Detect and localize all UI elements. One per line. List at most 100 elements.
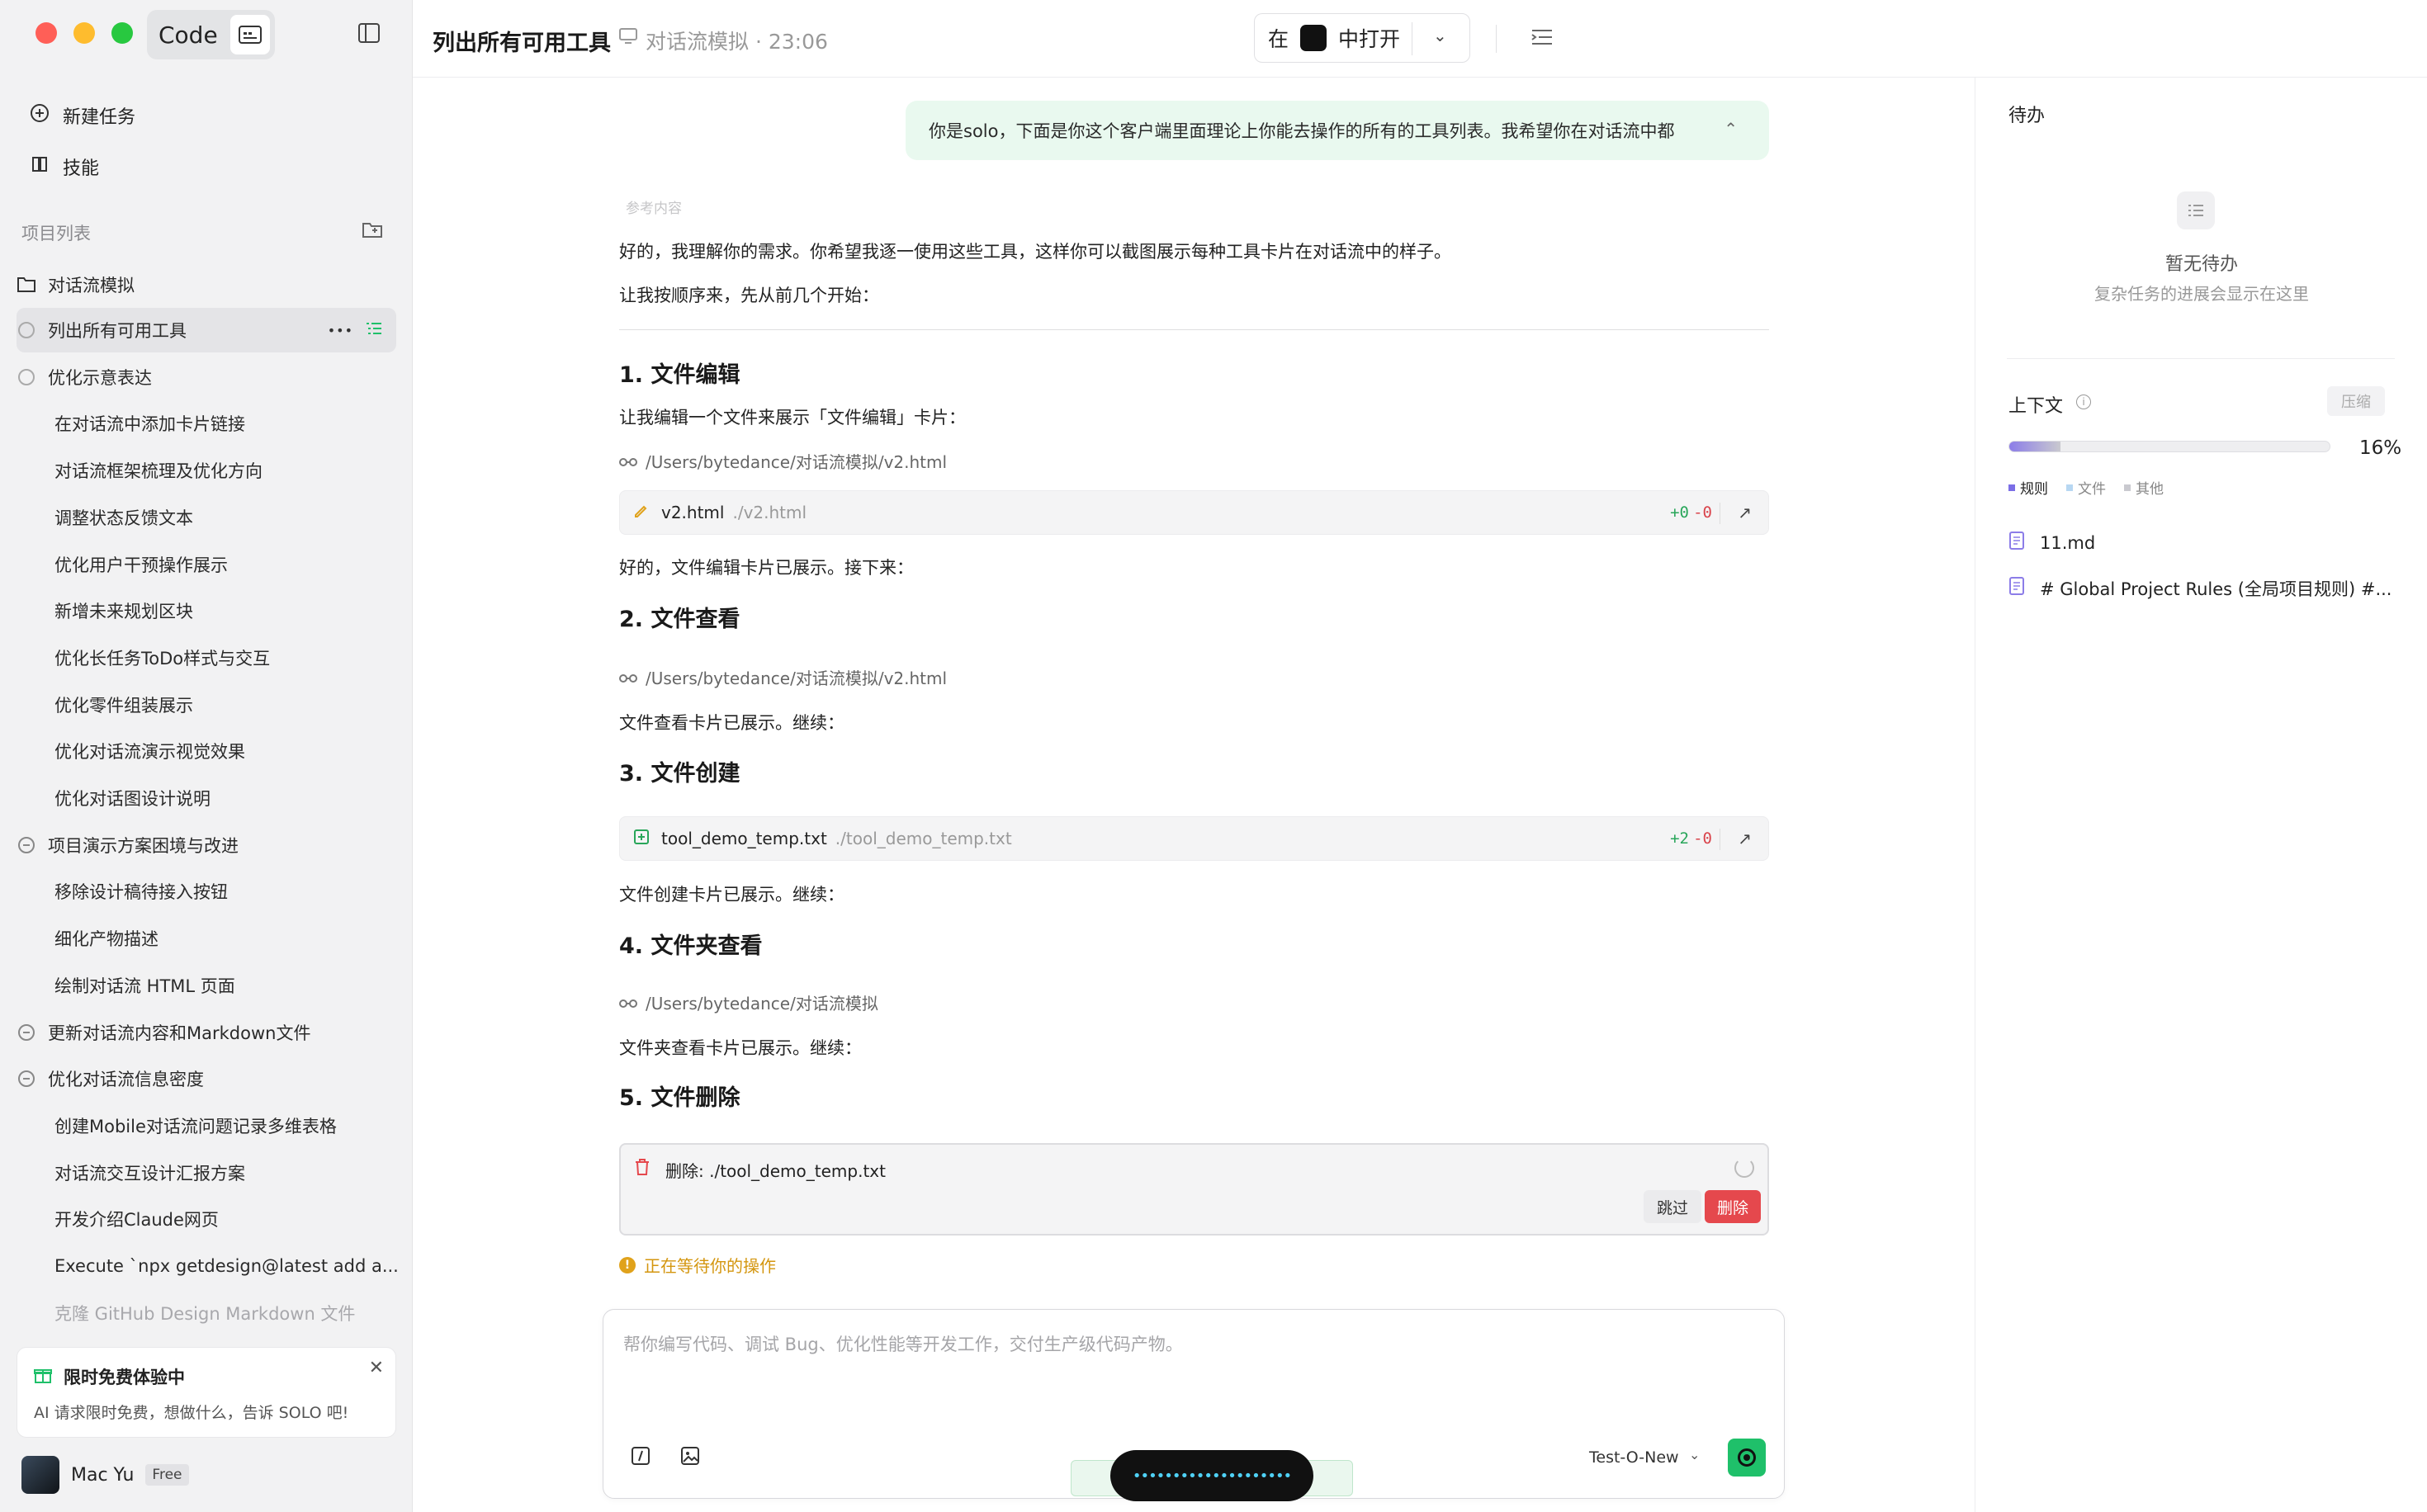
sidebar-task-item[interactable]: 项目演示方案困境与改进 [17, 823, 396, 867]
sidebar-task-item[interactable]: 更新对话流内容和Markdown文件 [17, 1010, 396, 1055]
open-external-icon[interactable]: ↗ [1738, 829, 1752, 848]
task-label: 调整状态反馈文本 [54, 508, 193, 528]
open-in-suffix: 中打开 [1338, 27, 1401, 51]
section-after-1: 好的，文件编辑卡片已展示。接下来： [619, 558, 914, 578]
info-icon[interactable]: i [2076, 395, 2091, 409]
minimize-window-button[interactable] [73, 22, 95, 44]
sidebar-task-item[interactable]: 调整状态反馈文本 [17, 495, 396, 540]
image-icon[interactable] [681, 1447, 699, 1470]
sidebar-task-item[interactable]: 优化对话流演示视觉效果 [17, 729, 396, 773]
file-add-icon [633, 829, 650, 849]
view-path-1[interactable]: /Users/bytedance/对话流模拟/v2.html [619, 449, 947, 473]
sidebar-task-item[interactable]: 移除设计稿待接入按钮 [17, 869, 396, 914]
user-name: Mac Yu [71, 1464, 135, 1486]
path-text: /Users/bytedance/对话流模拟/v2.html [646, 452, 948, 472]
close-promo-icon[interactable]: ✕ [369, 1358, 384, 1378]
sidebar: Code 新建任务 技能 项目列表 对话流模拟 列出所有可用工具 ••• 优化示意表… [0, 0, 413, 1512]
expand-icon[interactable]: ⌃ [1724, 119, 1738, 139]
lines-removed: -0 [1693, 503, 1712, 522]
open-external-icon[interactable]: ↗ [1738, 503, 1752, 522]
monitor-icon [619, 28, 637, 50]
context-file-1[interactable]: 11.md [2008, 532, 2095, 555]
model-selector[interactable]: Test-O-New [1589, 1448, 1679, 1467]
task-label: 项目演示方案困境与改进 [48, 836, 239, 856]
sidebar-task-item[interactable]: 优化零件组装展示 [17, 683, 396, 727]
collapse-icon [18, 1070, 35, 1087]
document-icon [2008, 577, 2025, 600]
gift-icon [34, 1366, 52, 1389]
user-message[interactable]: 你是solo，下面是你这个客户端里面理论上你能去操作的所有的工具列表。我希望你在… [906, 101, 1769, 160]
task-list-icon[interactable] [365, 321, 383, 342]
todo-title: 待办 [2008, 106, 2046, 126]
waiting-status: ! 正在等待你的操作 [619, 1253, 776, 1277]
sidebar-task-item[interactable]: 细化产物描述 [17, 916, 396, 961]
context-legend: 规则 文件 其他 [2008, 477, 2164, 498]
sidebar-task-item[interactable]: 绘制对话流 HTML 页面 [17, 963, 396, 1008]
chevron-down-icon[interactable]: ⌄ [1433, 26, 1447, 45]
panel-toggle-icon[interactable] [1530, 28, 1554, 51]
loading-spinner-icon [18, 322, 35, 338]
sidebar-task-item[interactable]: 新增未来规划区块 [17, 588, 396, 633]
new-task-button[interactable]: 新建任务 [30, 102, 135, 129]
stop-icon [1738, 1448, 1756, 1467]
sidebar-toggle-icon[interactable] [358, 23, 380, 48]
task-label: 开发介绍Claude网页 [54, 1210, 219, 1230]
file-create-card[interactable]: tool_demo_temp.txt ./tool_demo_temp.txt … [619, 816, 1769, 861]
reference-label[interactable]: 参考内容 [626, 196, 682, 217]
task-label: 列出所有可用工具 [48, 321, 187, 341]
sidebar-task-item[interactable]: 克隆 GitHub Design Markdown 文件 [17, 1291, 396, 1335]
maximize-window-button[interactable] [111, 22, 133, 44]
task-label: 在对话流中添加卡片链接 [54, 414, 245, 434]
user-profile[interactable]: Mac Yu Free [21, 1456, 189, 1494]
section-after-2: 文件查看卡片已展示。继续： [619, 713, 844, 733]
sidebar-task-item[interactable]: 优化示意表达 [17, 355, 396, 399]
sidebar-task-item[interactable]: 在对话流中添加卡片链接 [17, 401, 396, 446]
sidebar-task-item[interactable]: Execute `npx getdesign@latest add a... [17, 1244, 399, 1288]
projects-label: 项目列表 [21, 224, 91, 243]
app-switcher[interactable]: Code [147, 10, 275, 59]
skip-button[interactable]: 跳过 [1644, 1190, 1701, 1223]
terminal-icon[interactable] [230, 15, 270, 54]
sidebar-task-item[interactable]: 优化长任务ToDo样式与交互 [17, 636, 396, 680]
intro-text-1: 好的，我理解你的需求。你希望我逐一使用这些工具，这样你可以截图展示每种工具卡片在… [619, 242, 1451, 262]
file-edit-card[interactable]: v2.html ./v2.html +0 -0 ↗ [619, 490, 1769, 535]
document-icon [2008, 532, 2025, 555]
slash-command-icon[interactable] [632, 1447, 650, 1470]
skills-button[interactable]: 技能 [30, 154, 99, 180]
lines-removed: -0 [1693, 829, 1712, 848]
task-label: Execute `npx getdesign@latest add a... [54, 1256, 399, 1276]
warning-icon: ! [619, 1256, 636, 1273]
file-name: v2.html [661, 503, 725, 522]
waiting-text: 正在等待你的操作 [644, 1256, 776, 1276]
add-folder-icon[interactable] [362, 220, 383, 244]
view-path-2[interactable]: /Users/bytedance/对话流模拟/v2.html [619, 665, 947, 689]
close-window-button[interactable] [35, 22, 57, 44]
file-name: tool_demo_temp.txt [661, 829, 827, 848]
stop-button[interactable] [1728, 1439, 1766, 1477]
delete-button[interactable]: 删除 [1705, 1190, 1761, 1223]
view-path-4[interactable]: /Users/bytedance/对话流模拟 [619, 990, 878, 1014]
sidebar-task-item[interactable]: 对话流框架梳理及优化方向 [17, 448, 396, 493]
more-options-icon[interactable]: ••• [328, 323, 353, 338]
path-text: /Users/bytedance/对话流模拟 [646, 994, 878, 1014]
message-input[interactable]: 帮你编写代码、调试 Bug、优化性能等开发工作，交付生产级代码产物。 [623, 1331, 1183, 1356]
sidebar-task-item[interactable]: 优化对话流信息密度 [17, 1056, 396, 1101]
voice-waveform-icon[interactable]: •••••••••••••••••••• [1110, 1450, 1313, 1501]
sidebar-task-item[interactable]: 优化对话图设计说明 [17, 776, 396, 820]
task-label: 优化对话图设计说明 [54, 789, 211, 809]
user-message-text: 你是solo，下面是你这个客户端里面理论上你能去操作的所有的工具列表。我希望你在… [929, 121, 1675, 141]
sidebar-task-item[interactable]: 对话流交互设计汇报方案 [17, 1151, 396, 1195]
sidebar-task-item[interactable]: 创建Mobile对话流问题记录多维表格 [17, 1103, 396, 1148]
section-desc-1: 让我编辑一个文件来展示「文件编辑」卡片： [619, 408, 966, 428]
header: 列出所有可用工具 对话流模拟 · 23:06 在 中打开 ⌄ [413, 0, 2427, 78]
sidebar-task-item[interactable]: 开发介绍Claude网页 [17, 1197, 396, 1241]
sidebar-task-item[interactable]: 优化用户干预操作展示 [17, 542, 396, 587]
sidebar-task-item[interactable]: 列出所有可用工具 ••• [17, 308, 396, 352]
model-chevron-icon[interactable]: ⌄ [1689, 1447, 1700, 1462]
context-file-2[interactable]: # Global Project Rules (全局项目规则) #... [2008, 576, 2392, 601]
open-in-button[interactable]: 在 中打开 ⌄ [1254, 13, 1470, 63]
promo-desc: AI 请求限时免费，想做什么，告诉 SOLO 吧! [34, 1404, 349, 1422]
task-label: 优化零件组装展示 [54, 696, 193, 716]
project-folder[interactable]: 对话流模拟 [17, 262, 396, 307]
compress-button[interactable]: 压缩 [2327, 386, 2385, 416]
